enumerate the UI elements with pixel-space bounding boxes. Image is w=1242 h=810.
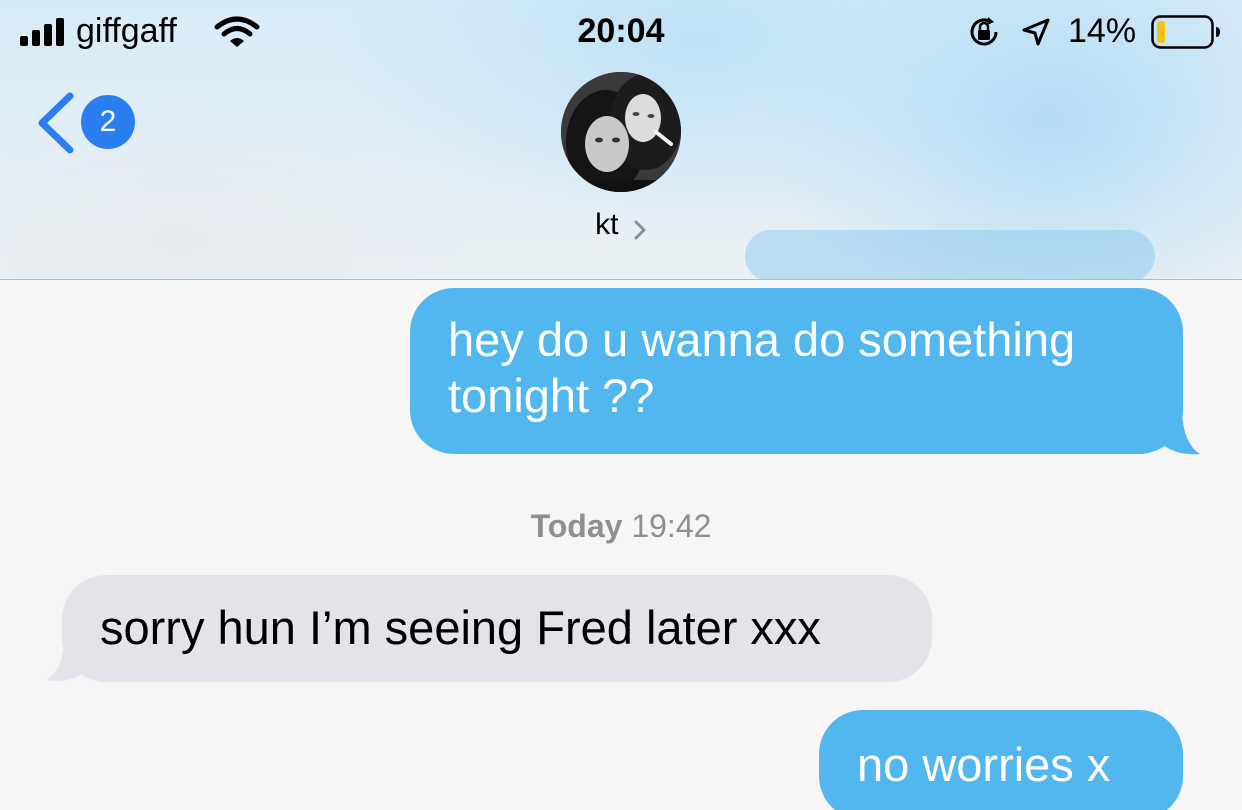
contact-avatar[interactable] <box>561 72 681 192</box>
message-text: hey do u wanna do something tonight ?? <box>448 313 1076 422</box>
location-arrow-icon <box>1022 18 1050 46</box>
sent-message-bubble[interactable]: hey do u wanna do something tonight ?? <box>410 288 1183 454</box>
timestamp-time: 19:42 <box>631 508 712 544</box>
sent-bubble-tail <box>1160 414 1200 455</box>
contact-chevron-icon <box>634 220 646 240</box>
status-bar: giffgaff 20:04 14% <box>0 0 1242 66</box>
message-text: no worries x <box>857 738 1111 791</box>
received-bubble-tail <box>46 642 86 681</box>
back-chevron-icon <box>38 92 74 154</box>
rotation-lock-icon <box>970 17 998 46</box>
imessage-screen: giffgaff 20:04 14% 2 kt hey do u wanna d… <box>0 0 1242 810</box>
contact-name: kt <box>595 208 619 241</box>
message-text: sorry hun I’m seeing Fred later xxx <box>100 601 821 654</box>
contact-name-button[interactable]: kt <box>0 208 1242 242</box>
battery-level-fill <box>1157 21 1165 43</box>
received-message-bubble[interactable]: sorry hun I’m seeing Fred later xxx <box>62 575 932 682</box>
conversation-header: giffgaff 20:04 14% 2 kt <box>0 0 1242 280</box>
back-button[interactable]: 2 <box>34 88 144 158</box>
status-clock: 20:04 <box>577 12 665 50</box>
avatar-photo <box>561 72 681 192</box>
battery-icon <box>1151 15 1220 49</box>
timestamp-day: Today <box>530 508 623 544</box>
battery-percentage: 14% <box>1068 12 1137 50</box>
conversation-timestamp: Today 19:42 <box>0 508 1242 545</box>
sent-message-bubble[interactable]: no worries x <box>819 710 1183 810</box>
unread-badge: 2 <box>81 95 135 149</box>
